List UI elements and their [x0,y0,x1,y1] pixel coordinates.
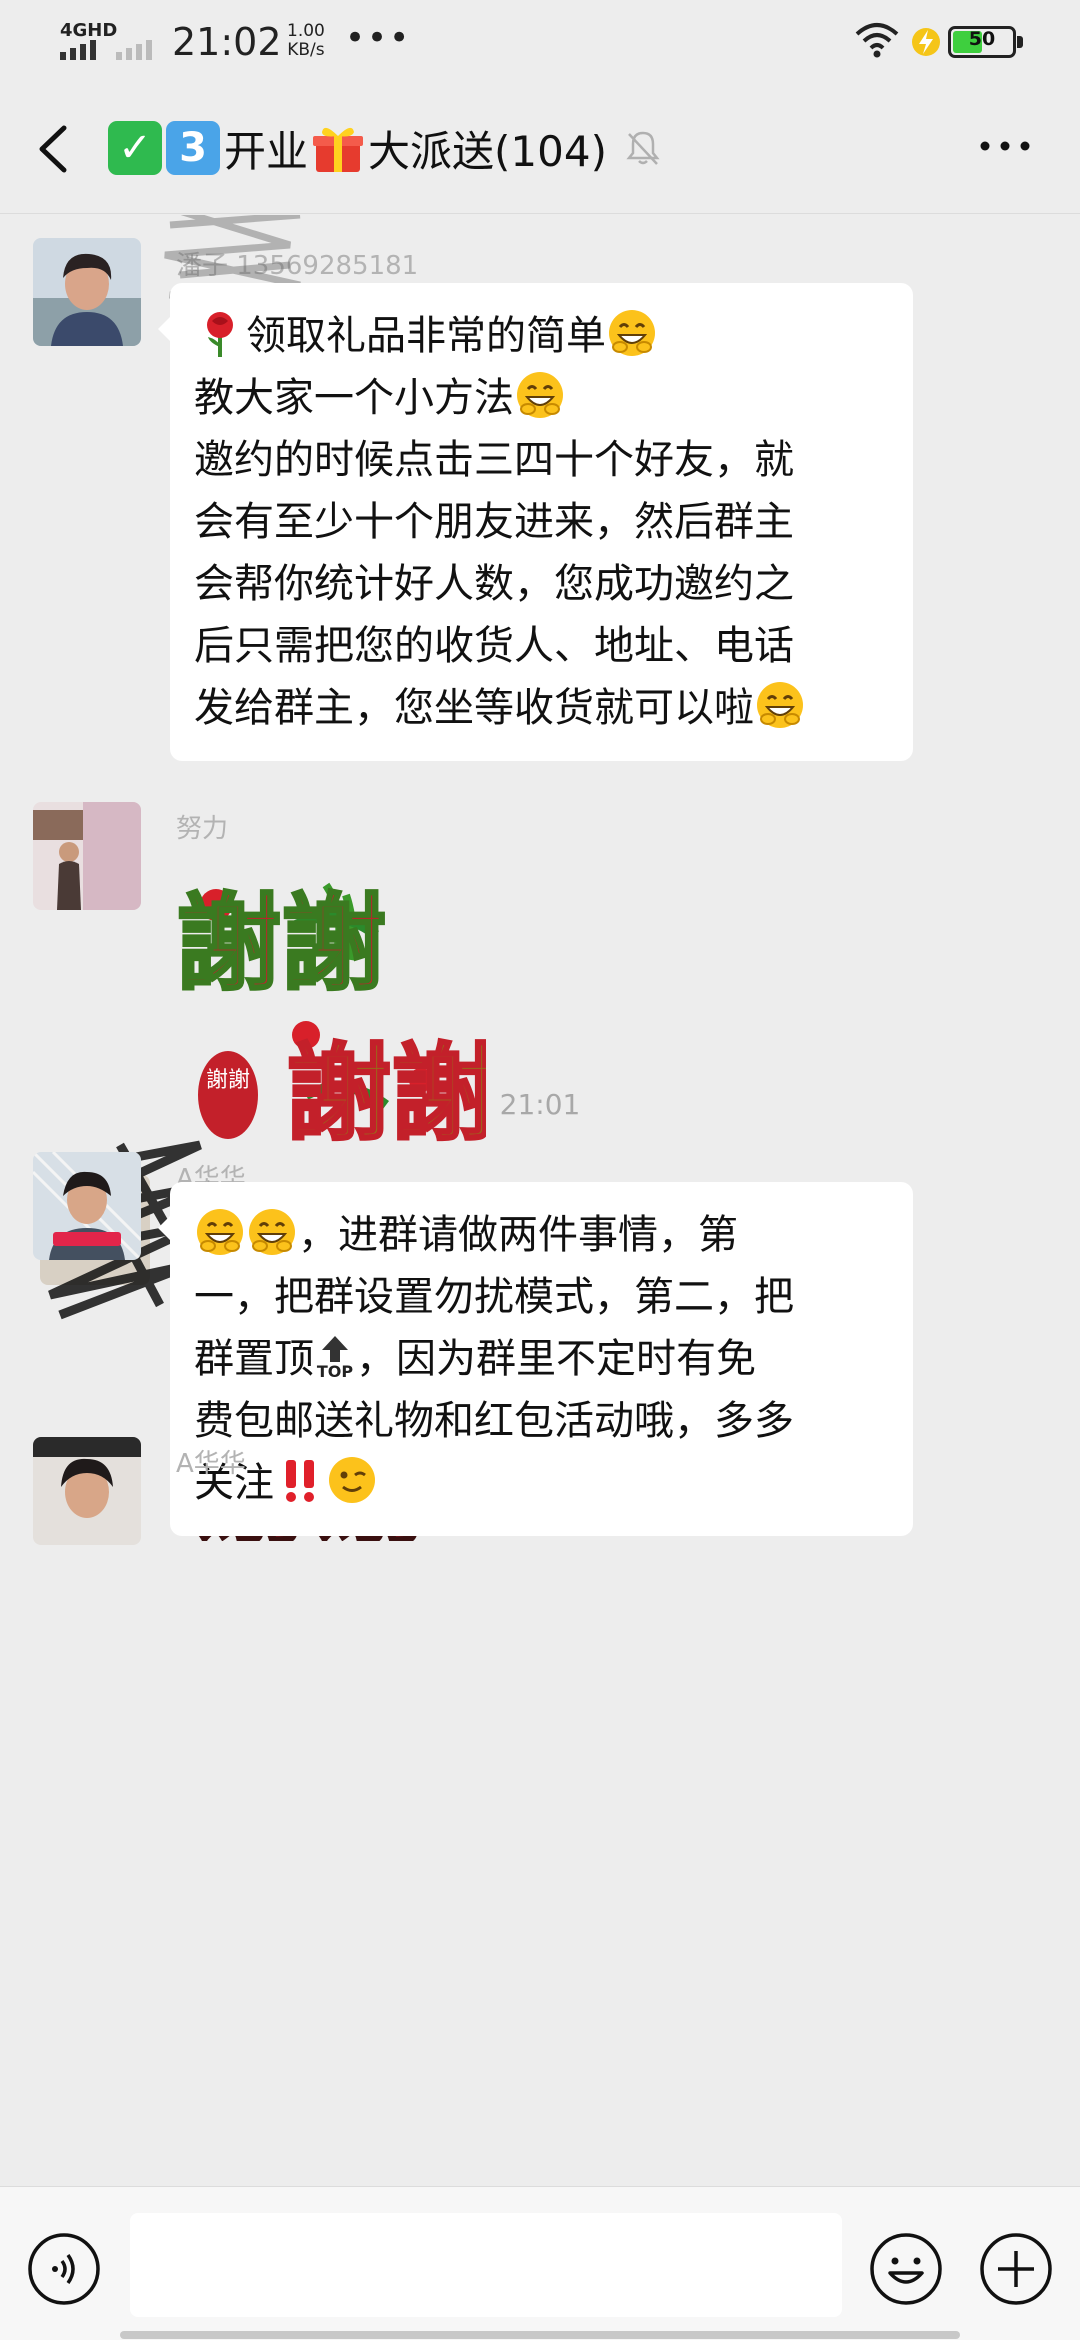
avatar[interactable] [33,1152,141,1260]
sticker-text: 謝謝 [176,881,386,1005]
battery-level: 50 [968,28,996,50]
home-indicator [120,2331,960,2339]
chat-title-text-2: 大派送(104) [368,126,607,176]
voice-icon[interactable] [26,2231,102,2307]
message-line: 会帮你统计好人数，您成功邀约之 [194,561,794,607]
network-speed: 1.00 KB/s [287,22,325,60]
gift-icon [313,127,364,172]
chat-header: ✓ 3 开业 大派送(104) [0,84,1080,214]
message-line: 后只需把您的收货人、地址、电话 [194,623,794,669]
message-line: 群置顶 TOP ，因为群里不定时有免 [194,1328,889,1390]
thanks-sticker[interactable]: 謝謝 謝謝 謝謝 [175,865,498,1185]
plus-icon[interactable] [978,2231,1054,2307]
status-bar: 4GHD 21:02 1.00 KB/s ••• 50 [0,0,1080,84]
sender-name: A华华 [176,1449,246,1479]
bell-off-icon [626,131,660,165]
network-type: 4GHD [60,20,118,41]
grin-emoji-icon [197,1209,243,1255]
message-line: 邀约的时候点击三四十个好友，就 [194,437,794,483]
avatar[interactable] [33,238,141,346]
double-exclamation-icon [286,1460,314,1502]
message-line: 教大家一个小方法 [194,367,889,429]
chat-messages[interactable]: 潘子 13569285181 领取礼品非常的简单 教大家一个小方法 邀约的时候点… [0,215,1080,2185]
message-line: 费包邮送礼物和红包活动哦，多多 [194,1398,794,1444]
rose-icon [207,312,233,357]
message-line: 会有至少十个朋友进来，然后群主 [194,499,794,545]
emoji-icon[interactable] [868,2231,944,2307]
top-icon: TOP [314,1334,356,1386]
sender-name: 努力 [176,814,229,844]
charging-icon [912,28,940,56]
speed-value: 1.00 [287,21,325,41]
message-line: 发给群主，您坐等收货就可以啦 [194,677,889,739]
top-label: TOP [316,1362,354,1381]
message-bubble[interactable]: ，进群请做两件事情，第 一，把群设置勿扰模式，第二，把 群置顶 TOP ，因为群里不… [158,1182,913,1536]
grin-emoji-icon [609,310,655,356]
grin-emoji-icon [249,1209,295,1255]
back-button[interactable] [28,122,78,176]
more-options-button[interactable] [975,126,1035,166]
avatar[interactable] [33,802,141,910]
avatar[interactable] [33,1437,141,1545]
message-input[interactable] [130,2213,842,2317]
chat-title-text-1: 开业 [224,126,309,176]
message-line: 领取礼品非常的简单 [194,305,889,367]
chat-title[interactable]: ✓ 3 开业 大派送(104) [108,118,663,178]
message-line: ，进群请做两件事情，第 [194,1204,889,1266]
signal-icon [60,40,152,60]
grin-emoji-icon [757,682,803,728]
check-mark-icon: ✓ [108,121,162,175]
speed-unit: KB/s [287,40,325,60]
grin-emoji-icon [517,372,563,418]
message-line: 关注 [194,1452,889,1514]
message-timestamp: 21:01 [499,1088,581,1121]
notification-dots: ••• [345,18,412,58]
clock: 21:02 [172,20,282,64]
wink-emoji-icon [329,1457,375,1503]
wifi-icon [855,23,899,58]
input-bar [0,2186,1080,2340]
battery-icon: 50 [948,26,1024,58]
message-line: 一，把群设置勿扰模式，第二，把 [194,1274,794,1320]
message-bubble[interactable]: 领取礼品非常的简单 教大家一个小方法 邀约的时候点击三四十个好友，就 会有至少十… [158,283,913,761]
keycap-three-icon: 3 [166,121,220,175]
